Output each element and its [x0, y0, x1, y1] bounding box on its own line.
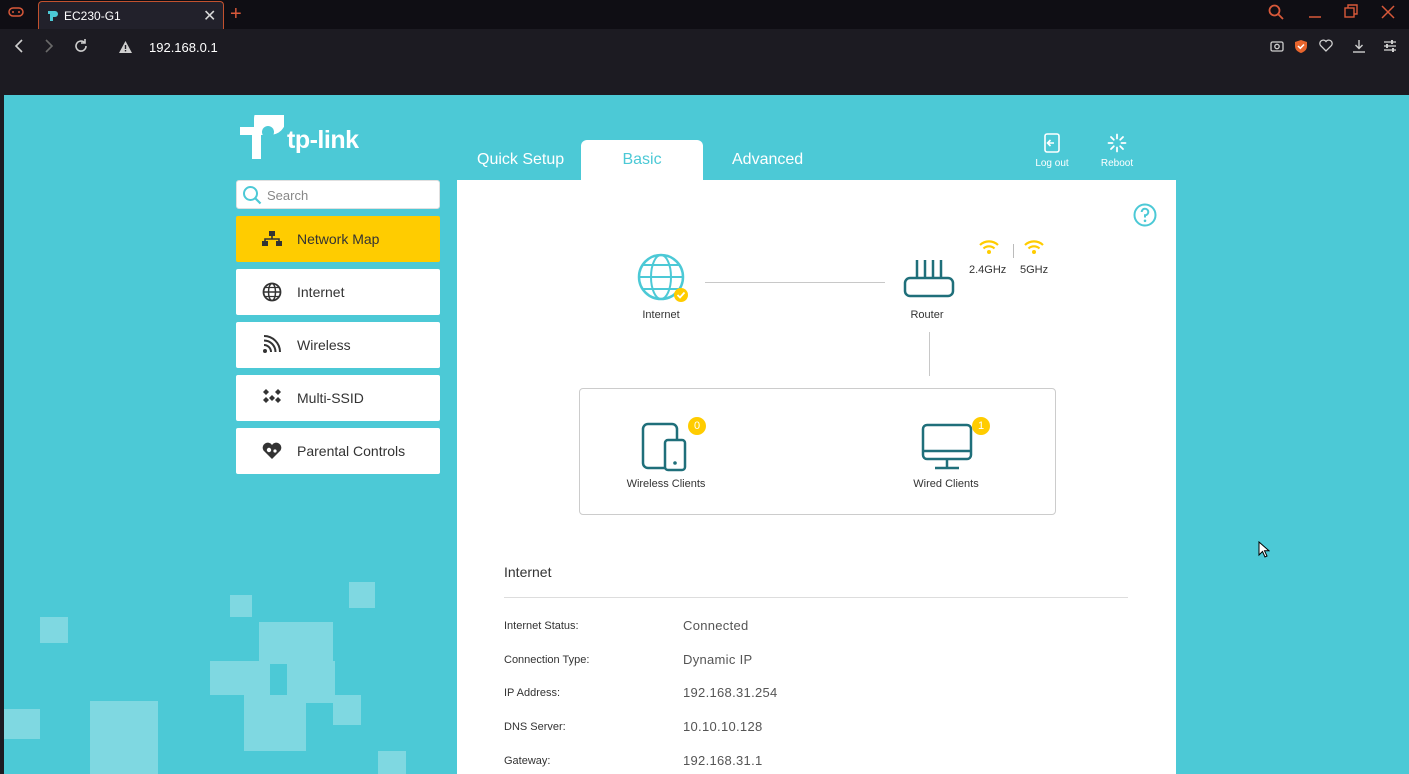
- wireless-devices-icon: [641, 422, 687, 472]
- wireless-clients-count-badge: 0: [688, 417, 706, 435]
- sidebar-item-label: Wireless: [297, 337, 351, 353]
- parental-controls-icon: [262, 442, 282, 459]
- band-separator: [1013, 244, 1014, 258]
- sidebar-item-multi-ssid[interactable]: Multi-SSID: [236, 375, 440, 421]
- new-tab-button[interactable]: +: [230, 3, 242, 26]
- dns-server-value: 10.10.10.128: [683, 719, 763, 734]
- gamepad-icon[interactable]: [8, 5, 30, 23]
- band-5ghz-label: 5GHz: [1020, 264, 1049, 276]
- sidebar-item-network-map[interactable]: Network Map: [236, 216, 440, 262]
- shield-icon[interactable]: [1294, 39, 1308, 59]
- sidebar-item-wireless[interactable]: Wireless: [236, 322, 440, 368]
- wifi-24ghz-icon: [979, 240, 999, 254]
- tab-basic[interactable]: Basic: [581, 140, 703, 180]
- restore-icon[interactable]: [1344, 4, 1358, 25]
- internet-node-label: Internet: [642, 309, 680, 321]
- logout-label: Log out: [1035, 158, 1069, 169]
- sidebar-item-label: Network Map: [297, 231, 380, 247]
- reload-icon[interactable]: [73, 38, 89, 59]
- network-map-icon: [262, 231, 282, 246]
- globe-icon: [262, 282, 282, 302]
- internet-status-value: Connected: [683, 618, 749, 633]
- router-node-label: Router: [910, 309, 944, 321]
- browser-tab-bar: EC230-G1 ✕ +: [0, 0, 1409, 29]
- connection-line: [705, 282, 885, 283]
- connection-type-label: Connection Type:: [504, 654, 590, 666]
- wired-clients-count-badge: 1: [972, 417, 990, 435]
- logout-button[interactable]: Log out: [1027, 133, 1077, 169]
- wired-clients-label: Wired Clients: [913, 478, 979, 490]
- tp-link-favicon-icon: [46, 8, 60, 27]
- gateway-value: 192.168.31.1: [683, 753, 763, 768]
- wireless-icon: [263, 335, 281, 353]
- wireless-clients-label: Wireless Clients: [626, 478, 706, 490]
- logo-text: tp-link: [287, 126, 359, 154]
- address-bar[interactable]: 192.168.0.1: [149, 40, 218, 55]
- logout-icon: [1044, 133, 1060, 153]
- connection-line: [929, 332, 930, 376]
- sidebar-item-label: Internet: [297, 284, 345, 300]
- tab-quick-setup[interactable]: Quick Setup: [477, 151, 564, 169]
- browser-nav-bar: 192.168.0.1: [0, 29, 1409, 95]
- router-icon: [903, 260, 955, 298]
- minimize-icon[interactable]: [1308, 4, 1322, 25]
- connection-type-value: Dynamic IP: [683, 652, 753, 667]
- ip-address-value: 192.168.31.254: [683, 685, 778, 700]
- mouse-cursor-icon: [1258, 541, 1270, 558]
- settings-sliders-icon[interactable]: [1383, 39, 1397, 58]
- ip-address-label: IP Address:: [504, 687, 561, 699]
- multi-ssid-icon: [263, 389, 281, 403]
- search-icon[interactable]: [1268, 4, 1284, 25]
- help-icon[interactable]: [1133, 203, 1157, 232]
- band-24ghz-label: 2.4GHz: [969, 264, 1007, 276]
- router-admin-page: tp-link Quick Setup Basic Advanced Log o…: [4, 95, 1409, 774]
- tab-advanced[interactable]: Advanced: [732, 151, 803, 169]
- reboot-button[interactable]: Reboot: [1092, 133, 1142, 169]
- sidebar-item-internet[interactable]: Internet: [236, 269, 440, 315]
- section-divider: [504, 597, 1128, 598]
- browser-tab[interactable]: EC230-G1 ✕: [38, 1, 224, 29]
- download-icon[interactable]: [1352, 39, 1366, 58]
- tab-basic-label: Basic: [622, 151, 662, 168]
- sidebar-item-label: Multi-SSID: [297, 390, 364, 406]
- not-secure-warning-icon[interactable]: [118, 40, 133, 59]
- globe-icon: [637, 253, 688, 302]
- search-input[interactable]: [267, 186, 432, 204]
- wifi-5ghz-icon: [1024, 240, 1044, 254]
- tab-title: EC230-G1: [64, 9, 121, 23]
- heart-icon[interactable]: [1319, 39, 1333, 57]
- sidebar-item-label: Parental Controls: [297, 443, 406, 459]
- close-window-icon[interactable]: [1381, 4, 1395, 25]
- dns-server-label: DNS Server:: [504, 721, 566, 733]
- tp-link-logo-icon[interactable]: [236, 103, 286, 168]
- internet-section-title: Internet: [504, 564, 552, 580]
- main-content-panel: Internet Router 2.4GHz 5GHz 0 Wireless C…: [457, 180, 1176, 774]
- reboot-label: Reboot: [1100, 158, 1134, 169]
- internet-status-label: Internet Status:: [504, 620, 579, 632]
- back-icon[interactable]: [14, 38, 24, 59]
- desktop-monitor-icon: [921, 423, 973, 470]
- forward-icon[interactable]: [44, 38, 54, 59]
- close-tab-icon[interactable]: ✕: [203, 6, 216, 26]
- gateway-label: Gateway:: [504, 755, 551, 767]
- clients-panel: 0 Wireless Clients 1 Wired Clients: [579, 388, 1056, 515]
- reboot-icon: [1107, 133, 1127, 153]
- sidebar-item-parental-controls[interactable]: Parental Controls: [236, 428, 440, 474]
- search-box: [236, 180, 440, 209]
- search-icon: [242, 185, 262, 210]
- camera-icon[interactable]: [1270, 39, 1284, 58]
